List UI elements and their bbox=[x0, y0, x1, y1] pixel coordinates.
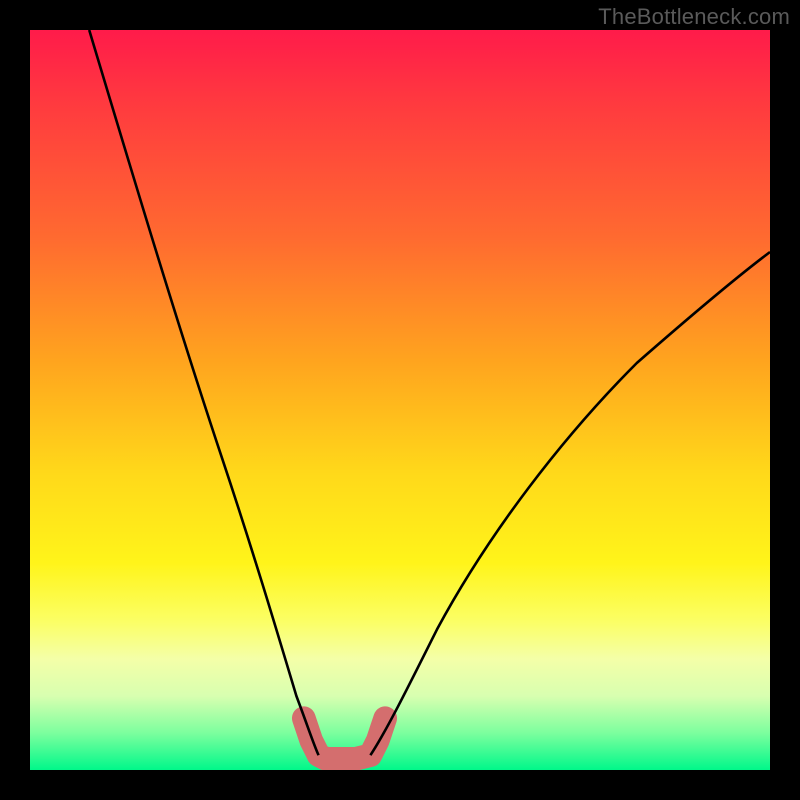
right-curve bbox=[370, 252, 770, 755]
watermark-text: TheBottleneck.com bbox=[598, 4, 790, 30]
chart-frame: TheBottleneck.com bbox=[0, 0, 800, 800]
plot-area bbox=[30, 30, 770, 770]
chart-svg bbox=[30, 30, 770, 770]
left-curve bbox=[89, 30, 318, 755]
